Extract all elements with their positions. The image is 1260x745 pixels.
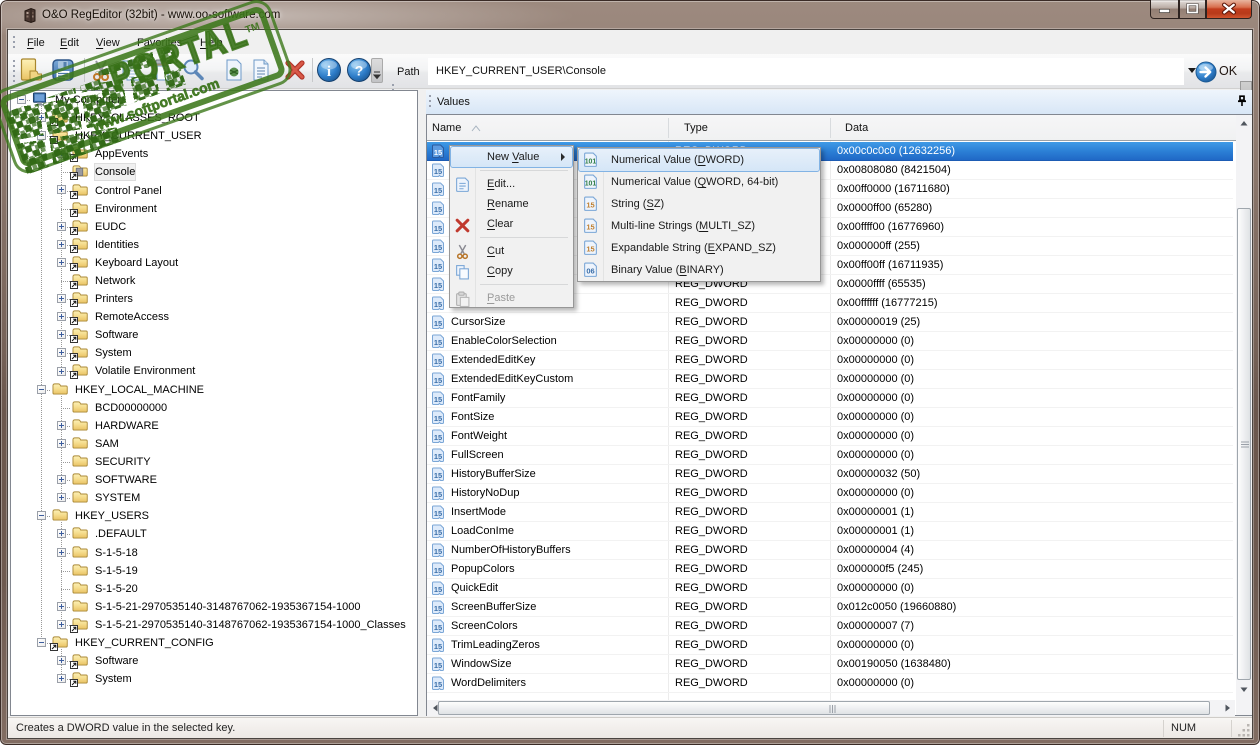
svg-text:15: 15 (434, 623, 442, 632)
svg-text:15: 15 (434, 566, 442, 575)
svg-text:101: 101 (585, 159, 597, 166)
svg-text:15: 15 (434, 490, 442, 499)
svg-text:15: 15 (434, 661, 442, 670)
svg-text:15: 15 (434, 357, 442, 366)
svg-text:15: 15 (434, 452, 442, 461)
svg-text:15: 15 (434, 395, 442, 404)
svg-text:15: 15 (434, 376, 442, 385)
svg-text:15: 15 (434, 300, 442, 309)
svg-text:15: 15 (434, 509, 442, 518)
svg-text:15: 15 (434, 262, 442, 271)
svg-text:15: 15 (434, 281, 442, 290)
svg-text:15: 15 (434, 433, 442, 442)
svg-text:?: ? (355, 63, 364, 79)
svg-text:15: 15 (434, 528, 442, 537)
svg-text:15: 15 (434, 319, 442, 328)
svg-text:15: 15 (434, 167, 442, 176)
svg-text:15: 15 (586, 201, 594, 210)
svg-text:15: 15 (434, 414, 442, 423)
svg-text:15: 15 (434, 680, 442, 689)
svg-text:15: 15 (434, 471, 442, 480)
svg-text:101: 101 (585, 181, 597, 188)
svg-text:15: 15 (586, 245, 594, 254)
svg-text:15: 15 (434, 224, 442, 233)
svg-text:15: 15 (434, 547, 442, 556)
svg-text:15: 15 (434, 148, 442, 157)
svg-text:i: i (327, 64, 331, 80)
svg-text:15: 15 (434, 585, 442, 594)
svg-text:15: 15 (434, 604, 442, 613)
svg-text:15: 15 (434, 338, 442, 347)
svg-text:15: 15 (586, 223, 594, 232)
svg-text:06: 06 (586, 267, 594, 276)
svg-text:15: 15 (434, 205, 442, 214)
svg-text:15: 15 (434, 642, 442, 651)
svg-text:15: 15 (434, 243, 442, 252)
svg-text:15: 15 (434, 186, 442, 195)
